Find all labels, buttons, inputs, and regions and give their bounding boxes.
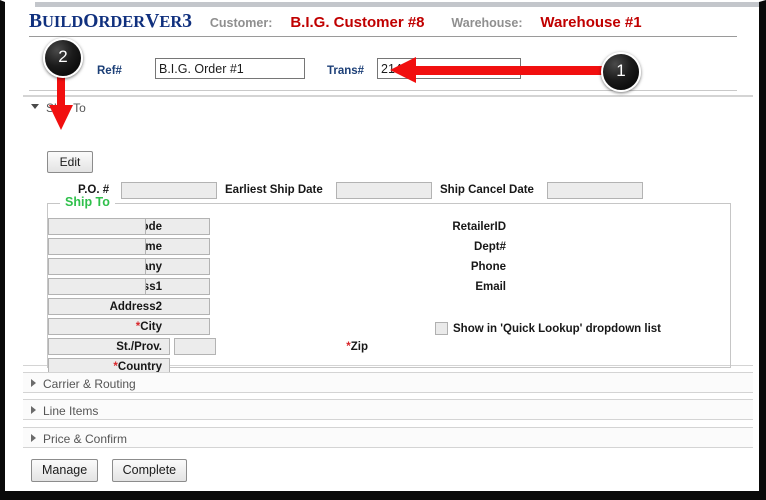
chevron-right-icon xyxy=(31,405,36,414)
po-dates-row: P.O. # Earliest Ship Date Ship Cancel Da… xyxy=(23,180,753,202)
address2-label: Address2 xyxy=(109,301,162,313)
ship-to-fieldset-legend: Ship To xyxy=(60,195,115,209)
form-row-city: *City xyxy=(48,318,348,337)
section-title-price-confirm: Price & Confirm xyxy=(43,431,128,446)
phone-label: Phone xyxy=(470,261,506,273)
zip-label: *Zip xyxy=(346,341,368,353)
checkbox-icon[interactable] xyxy=(435,322,448,336)
top-strip-left-gap xyxy=(5,2,35,7)
form-row-email: Email xyxy=(48,278,668,297)
warehouse-label: Warehouse: xyxy=(451,16,523,30)
annotation-arrow-2-head xyxy=(49,105,73,130)
ship-cancel-date-label: Ship Cancel Date xyxy=(440,184,534,196)
annotation-badge-1: 1 xyxy=(601,52,641,92)
email-field[interactable] xyxy=(48,278,146,295)
customer-value: B.I.G. Customer #8 xyxy=(290,14,425,31)
dept-number-input[interactable] xyxy=(48,238,146,255)
form-row-retailerid: RetailerID xyxy=(48,218,668,237)
ship-to-fieldset: Ship To Code Name *Company *Address1 xyxy=(47,195,731,375)
section-price-confirm[interactable]: Price & Confirm xyxy=(23,427,753,448)
section-header-carrier-routing[interactable]: Carrier & Routing xyxy=(23,372,753,393)
form-row-state-zip: St./Prov. *Zip xyxy=(48,338,448,357)
section-line-items[interactable]: Line Items xyxy=(23,399,753,420)
annotation-badge-2: 2 xyxy=(43,38,83,78)
form-row-dept: Dept# xyxy=(48,238,668,257)
city-label: *City xyxy=(135,321,162,333)
section-header-line-items[interactable]: Line Items xyxy=(23,399,753,420)
application-window: BUILDORDERVER3 Customer: B.I.G. Customer… xyxy=(0,0,766,500)
section-carrier-routing[interactable]: Carrier & Routing xyxy=(23,372,753,393)
section-title-carrier-routing: Carrier & Routing xyxy=(43,376,136,391)
section-header-ship-to[interactable]: Ship To xyxy=(23,96,753,117)
customer-label: Customer: xyxy=(209,16,273,30)
zip-input[interactable] xyxy=(174,338,217,355)
app-brand-title: BUILDORDERVER3 xyxy=(29,11,192,32)
po-number-input[interactable] xyxy=(121,182,217,199)
chevron-right-icon xyxy=(31,433,36,442)
chevron-right-icon xyxy=(31,378,36,387)
edit-button[interactable]: Edit xyxy=(47,151,93,173)
ref-number-label: Ref# xyxy=(97,65,122,77)
app-header: BUILDORDERVER3 Customer: B.I.G. Customer… xyxy=(29,11,737,37)
manage-button[interactable]: Manage xyxy=(31,459,99,482)
complete-button[interactable]: Complete xyxy=(111,459,188,482)
ship-cancel-date-input[interactable] xyxy=(547,182,643,199)
form-row-address2: Address2 xyxy=(48,298,348,317)
section-ship-to: Ship To Edit P.O. # Earliest Ship Date S… xyxy=(23,95,753,375)
retailerid-label: RetailerID xyxy=(452,221,506,233)
trans-number-label: Trans# xyxy=(327,65,365,77)
ship-to-body: Edit P.O. # Earliest Ship Date Ship Canc… xyxy=(23,117,753,386)
warehouse-value: Warehouse #1 xyxy=(540,14,642,31)
ref-number-input[interactable] xyxy=(155,58,305,79)
header-divider xyxy=(29,90,737,91)
section-title-line-items: Line Items xyxy=(43,403,99,418)
annotation-arrow-1-head xyxy=(390,57,416,83)
annotation-arrow-1-shaft xyxy=(414,66,606,75)
retailerid-input[interactable] xyxy=(48,218,146,235)
earliest-ship-date-label: Earliest Ship Date xyxy=(225,184,323,196)
email-label: Email xyxy=(475,281,506,293)
chevron-down-icon xyxy=(31,104,39,110)
quick-lookup-checkbox-row[interactable]: Show in 'Quick Lookup' dropdown list xyxy=(435,320,661,338)
top-scroll-strip[interactable] xyxy=(35,2,759,7)
phone-input[interactable] xyxy=(48,258,146,275)
state-province-label: St./Prov. xyxy=(116,341,162,353)
quick-lookup-label: Show in 'Quick Lookup' dropdown list xyxy=(453,322,661,335)
footer-button-bar: Manage Complete xyxy=(31,459,196,482)
earliest-ship-date-input[interactable] xyxy=(336,182,432,199)
dept-number-label: Dept# xyxy=(474,241,506,253)
section-header-price-confirm[interactable]: Price & Confirm xyxy=(23,427,753,448)
form-row-phone: Phone xyxy=(48,258,668,277)
